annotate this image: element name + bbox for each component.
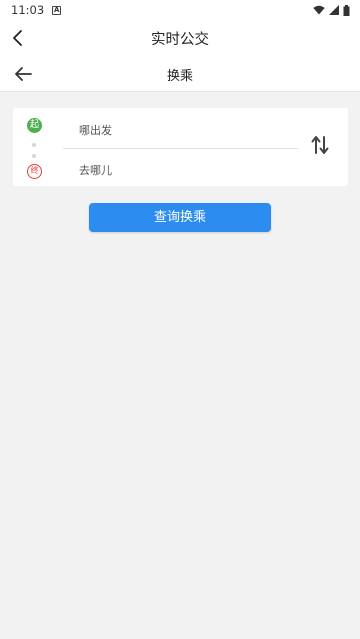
- route-card: 起 终 哪出发 去哪儿: [13, 108, 348, 186]
- query-transfer-button[interactable]: 查询换乘: [89, 203, 271, 232]
- app-bar: 实时公交: [0, 20, 360, 56]
- start-badge: 起: [27, 118, 42, 133]
- connector-dot: [32, 154, 36, 158]
- a-box-icon: A: [52, 5, 62, 15]
- signal-icon: [329, 5, 339, 15]
- battery-icon: [343, 4, 350, 16]
- divider: [63, 148, 298, 149]
- connector-dot: [32, 143, 36, 147]
- to-input[interactable]: 去哪儿: [79, 162, 112, 178]
- status-bar: 11:03 A: [0, 0, 360, 20]
- page-title: 换乘: [166, 69, 193, 84]
- end-badge: 终: [27, 164, 42, 179]
- app-title: 实时公交: [151, 32, 209, 48]
- wifi-icon: [313, 5, 325, 15]
- status-time: 11:03: [11, 3, 45, 17]
- swap-vertical-icon[interactable]: [310, 133, 330, 157]
- sub-bar: 换乘: [0, 56, 360, 92]
- from-input[interactable]: 哪出发: [79, 122, 112, 138]
